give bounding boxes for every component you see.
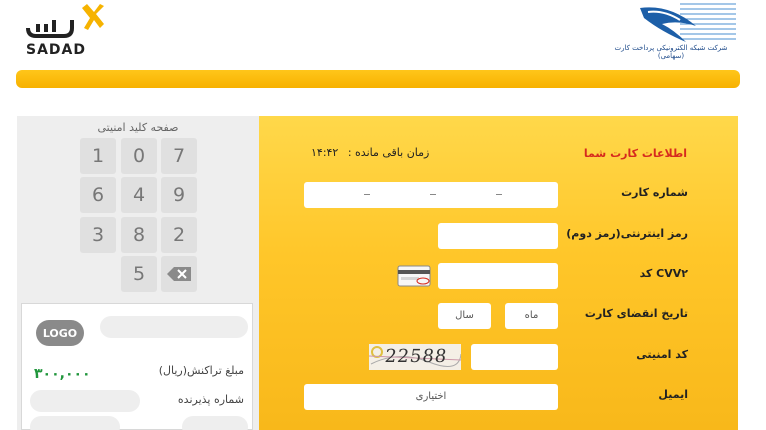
keypad-key-6[interactable]: 6 (80, 177, 116, 213)
card-number-separator (364, 194, 370, 195)
shaparak-bird-icon (640, 3, 736, 42)
top-yellow-bar (16, 70, 740, 88)
keypad-key-9[interactable]: 9 (161, 177, 197, 213)
merchant-number-placeholder (30, 390, 140, 412)
timer-label: زمان باقی مانده : (347, 146, 430, 159)
countdown-timer: زمان باقی مانده : ۱۴:۴۲ (311, 146, 429, 159)
email-input[interactable]: اختیاری (304, 384, 558, 410)
expiry-year-input[interactable]: سال (438, 303, 491, 329)
keypad-key-2[interactable]: 2 (161, 217, 197, 253)
shaparak-caption: شرکت شبکه الکترونیکی پرداخت کارت (سهامی) (614, 44, 728, 60)
header: SADAD شرکت شبکه الکترونیکی پرداخت کارت (… (0, 0, 766, 70)
transaction-amount: ۳۰۰,۰۰۰ (34, 366, 91, 382)
sadad-logo-mark (26, 4, 104, 38)
keypad-key-7[interactable]: 7 (161, 138, 197, 174)
extra-label-placeholder (182, 416, 248, 430)
expiry-year-placeholder: سال (455, 310, 474, 321)
cvv2-input[interactable] (438, 263, 558, 289)
card-form-panel: اطلاعات کارت شما زمان باقی مانده : ۱۴:۴۲… (259, 116, 738, 430)
sadad-logo: SADAD (24, 2, 114, 64)
keypad-key-8[interactable]: 8 (121, 217, 157, 253)
card-number-separator (430, 194, 436, 195)
transaction-receipt: LOGO ۳۰۰,۰۰۰ مبلغ تراکنش(ریال) شماره پذی… (21, 303, 253, 430)
keypad-key-5[interactable]: 5 (121, 256, 157, 292)
keypad-key-3[interactable]: 3 (80, 217, 116, 253)
cvv2-card-icon (397, 265, 431, 287)
pin2-label: رمز اینترنتی(رمز دوم) (566, 227, 688, 240)
amount-label: مبلغ تراکنش(ریال) (158, 364, 244, 377)
payment-page: SADAD شرکت شبکه الکترونیکی پرداخت کارت (… (0, 0, 766, 430)
email-label: ایمیل (658, 388, 688, 401)
email-placeholder: اختیاری (415, 391, 447, 402)
captcha-label: کد امنیتی (636, 348, 688, 361)
extra-info-placeholder (30, 416, 120, 430)
merchant-logo: LOGO (36, 320, 84, 346)
captcha-text: 22588 (383, 346, 449, 367)
backspace-icon (167, 267, 191, 281)
card-number-input[interactable] (304, 182, 558, 208)
shaparak-logo: شرکت شبکه الکترونیکی پرداخت کارت (سهامی) (600, 0, 740, 66)
cvv2-label: CVV۲ کد (639, 267, 688, 280)
sadad-wordmark: SADAD (26, 42, 86, 58)
keypad-backspace-button[interactable] (161, 256, 197, 292)
timer-value: ۱۴:۴۲ (311, 146, 339, 159)
pin2-input[interactable] (438, 223, 558, 249)
keypad-key-1[interactable]: 1 (80, 138, 116, 174)
captcha-input[interactable] (471, 344, 558, 370)
expiry-label: تاریخ انقضای کارت (584, 307, 688, 320)
keypad-title: صفحه کلید امنیتی (97, 121, 179, 134)
merchant-number-label: شماره پذیرنده (177, 393, 244, 406)
card-number-label: شماره کارت (621, 186, 688, 199)
keypad-key-0[interactable]: 0 (121, 138, 157, 174)
card-number-separator (496, 194, 502, 195)
expiry-month-input[interactable]: ماه (505, 303, 558, 329)
left-column: صفحه کلید امنیتی 7 0 1 9 4 6 2 8 3 5 LOG… (17, 116, 259, 430)
keypad-key-4[interactable]: 4 (121, 177, 157, 213)
expiry-month-placeholder: ماه (524, 310, 539, 321)
merchant-name-placeholder (100, 316, 248, 338)
captcha-image[interactable]: 22588 (369, 344, 461, 370)
card-info-title: اطلاعات کارت شما (583, 147, 687, 160)
